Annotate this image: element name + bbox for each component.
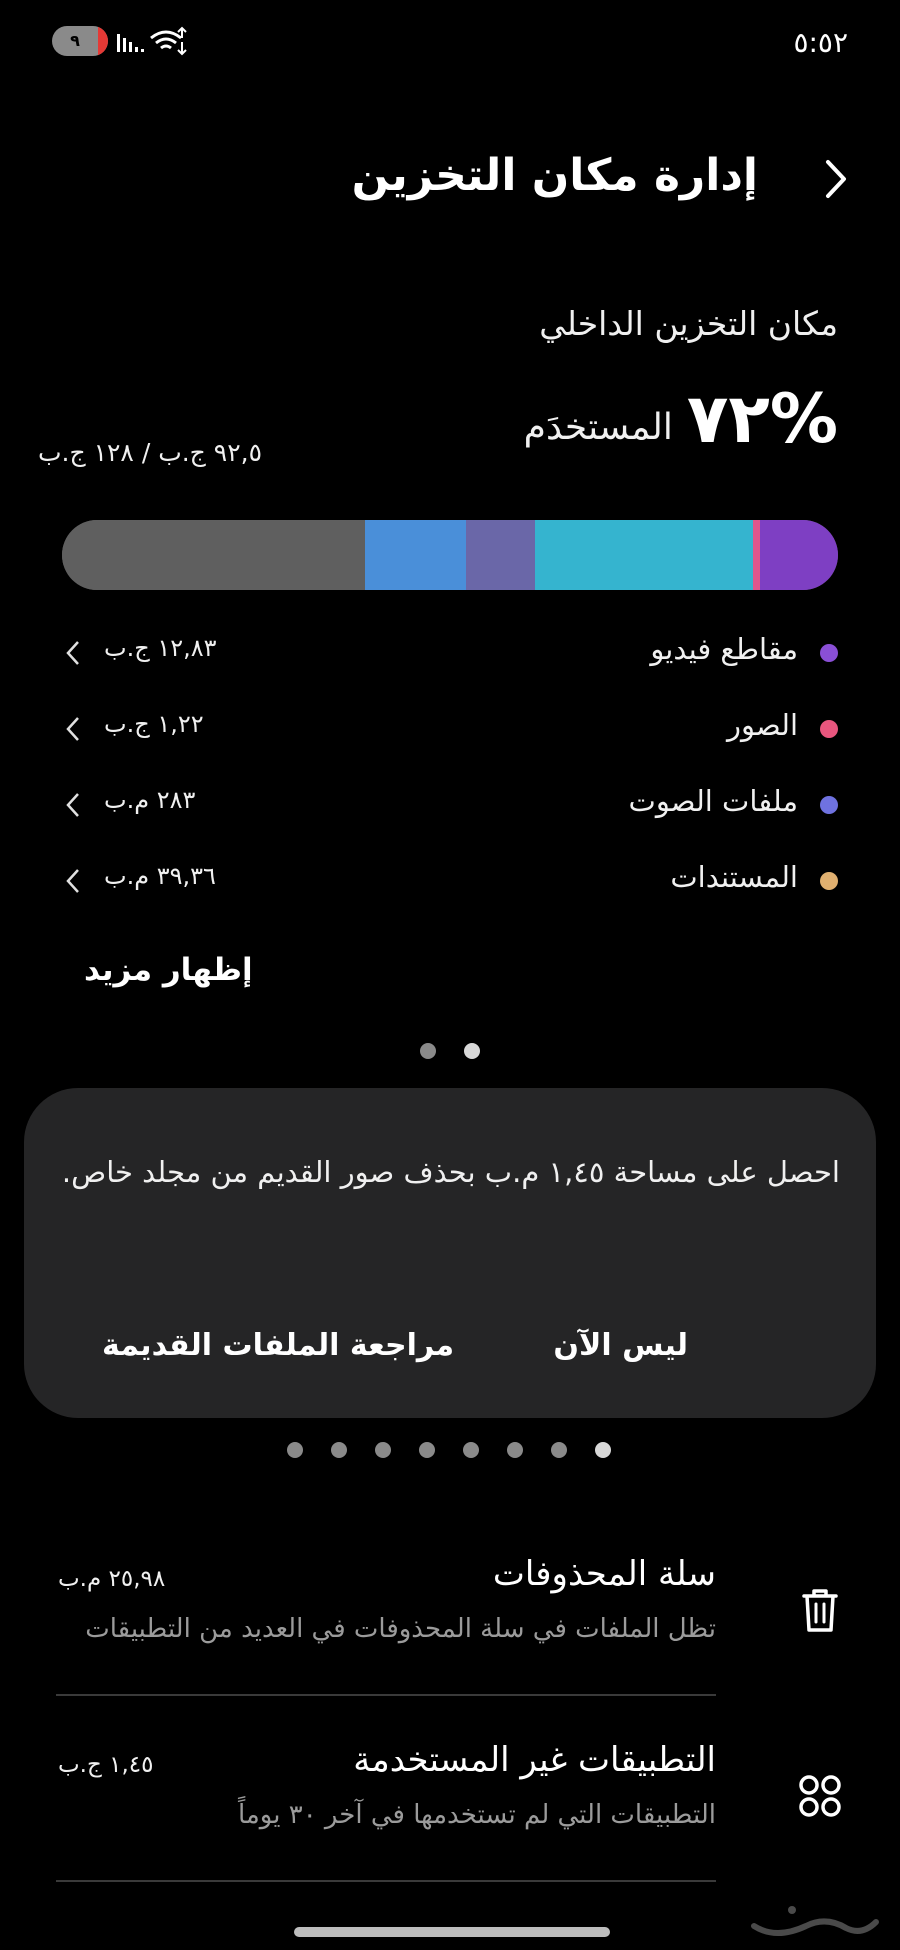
not-now-button[interactable]: ليس الآن: [553, 1328, 688, 1363]
page-dot: [463, 1442, 479, 1458]
unused-apps-item[interactable]: التطبيقات غير المستخدمة التطبيقات التي ل…: [0, 1726, 900, 1906]
recycle-bin-item[interactable]: سلة المحذوفات تظل الملفات في سلة المحذوف…: [0, 1540, 900, 1720]
page-indicator-top: [420, 1043, 480, 1059]
page-dot: [420, 1043, 436, 1059]
suggestion-card: احصل على مساحة ١,٤٥ م.ب بحذف صور القديم …: [24, 1088, 876, 1418]
page-indicator-bottom: [287, 1442, 611, 1458]
chevron-left-icon: [66, 793, 79, 817]
watermark-logo: [751, 1906, 879, 1936]
tool-subtitle: تظل الملفات في سلة المحذوفات في العديد م…: [85, 1614, 716, 1644]
chevron-left-icon: [66, 717, 79, 741]
category-name: ملفات الصوت: [628, 784, 798, 818]
page-dot: [507, 1442, 523, 1458]
tool-size: ١,٤٥ ج.ب: [58, 1752, 154, 1778]
audio-color-dot: [820, 796, 838, 814]
page-dot: [551, 1442, 567, 1458]
used-percent: %٧٢: [686, 380, 838, 459]
category-row-images[interactable]: الصور ١,٢٢ ج.ب: [0, 694, 900, 764]
storage-segment-other: [364, 520, 466, 590]
category-size: ١٢,٨٣ ج.ب: [104, 634, 217, 662]
tool-size: ٢٥,٩٨ م.ب: [58, 1566, 166, 1592]
storage-segment-images: [752, 520, 761, 590]
used-summary: %٧٢ المستخدَم: [524, 380, 838, 460]
storage-segment-videos: [760, 520, 838, 590]
battery-level: ٩: [70, 31, 80, 50]
clock: ٥:٥٢: [793, 26, 848, 59]
page-dot: [287, 1442, 303, 1458]
storage-segment-apps: [535, 520, 753, 590]
show-more-button[interactable]: إظهار مزيد: [84, 952, 253, 988]
category-row-videos[interactable]: مقاطع فيديو ١٢,٨٣ ج.ب: [0, 618, 900, 688]
battery-low-indicator: [98, 26, 108, 56]
chevron-left-icon: [66, 641, 79, 665]
navigation-handle[interactable]: [294, 1927, 610, 1937]
suggestion-text: احصل على مساحة ١,٤٥ م.ب بحذف صور القديم …: [61, 1155, 840, 1189]
page-title: إدارة مكان التخزين: [351, 150, 758, 201]
category-row-documents[interactable]: المستندات ٣٩,٣٦ م.ب: [0, 846, 900, 916]
trash-icon: [802, 1589, 838, 1632]
category-name: المستندات: [670, 860, 798, 894]
back-chevron-icon[interactable]: [810, 154, 860, 204]
category-row-audio[interactable]: ملفات الصوت ٢٨٣ م.ب: [0, 770, 900, 840]
page-dot: [419, 1442, 435, 1458]
internal-storage-label: مكان التخزين الداخلي: [539, 304, 838, 343]
videos-color-dot: [820, 644, 838, 662]
status-bar: ٩ ٥:٥٢: [0, 0, 900, 86]
tool-title: التطبيقات غير المستخدمة: [353, 1740, 716, 1780]
used-amount: ٩٢,٥ ج.ب / ١٢٨ ج.ب: [38, 438, 262, 467]
wifi-icon: [150, 26, 187, 56]
review-old-files-button[interactable]: مراجعة الملفات القديمة: [102, 1328, 454, 1363]
category-name: الصور: [726, 708, 798, 742]
storage-segment-system: [465, 520, 536, 590]
page-dot: [331, 1442, 347, 1458]
apps-grid-icon: [799, 1775, 841, 1817]
used-label: المستخدَم: [523, 407, 673, 448]
divider: [56, 1694, 716, 1696]
category-size: ٢٨٣ م.ب: [104, 786, 196, 814]
category-size: ٣٩,٣٦ م.ب: [104, 862, 216, 890]
divider: [56, 1880, 716, 1882]
category-size: ١,٢٢ ج.ب: [104, 710, 204, 738]
tool-subtitle: التطبيقات التي لم تستخدمها في آخر ٣٠ يوم…: [237, 1800, 716, 1830]
page-dot: [375, 1442, 391, 1458]
tool-title: سلة المحذوفات: [492, 1554, 716, 1594]
images-color-dot: [820, 720, 838, 738]
storage-segment-free: [62, 520, 365, 590]
chevron-left-icon: [66, 869, 79, 893]
category-name: مقاطع فيديو: [650, 632, 798, 666]
page-dot-active: [464, 1043, 480, 1059]
battery-icon: ٩: [52, 26, 108, 56]
signal-icon: [117, 34, 144, 52]
page-dot-active: [595, 1442, 611, 1458]
storage-usage-bar: [62, 520, 838, 590]
header: إدارة مكان التخزين: [0, 140, 900, 220]
documents-color-dot: [820, 872, 838, 890]
